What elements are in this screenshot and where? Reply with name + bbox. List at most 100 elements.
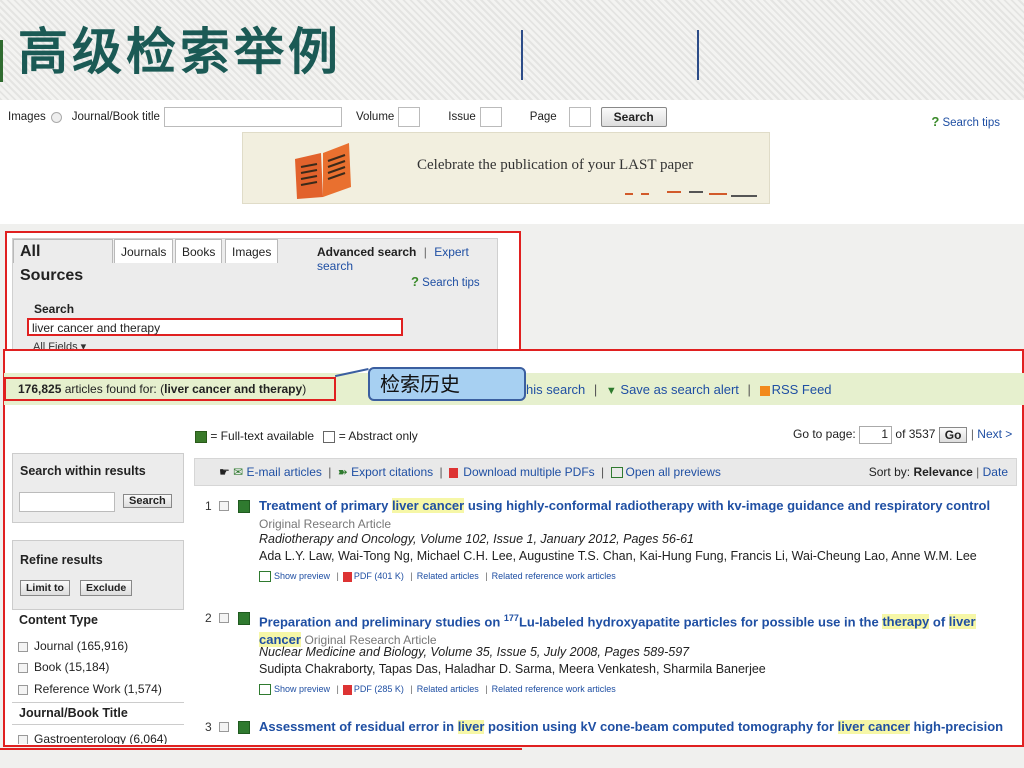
issue-label: Issue	[448, 111, 476, 123]
facet-gastroenterology[interactable]: Gastroenterology (6,064)	[18, 732, 167, 744]
search-tips-link[interactable]: ? Search tips	[411, 274, 480, 289]
full-text-icon	[238, 500, 250, 513]
search-within-input[interactable]	[19, 492, 115, 512]
banner-decor	[709, 193, 727, 195]
page-input[interactable]	[568, 107, 591, 127]
export-icon: ➽	[337, 465, 348, 479]
results-count: 176,825 articles found for: (liver cance…	[4, 377, 336, 401]
refine-panel: Refine results Limit to Exclude	[12, 540, 184, 610]
result-title[interactable]: Assessment of residual error in liver po…	[259, 720, 1005, 736]
search-tips-link[interactable]: ? Search tips	[931, 114, 1000, 129]
facet-book[interactable]: Book (15,184)	[18, 660, 109, 674]
banner-text: Celebrate the publication of your LAST p…	[417, 157, 694, 173]
advanced-search-link[interactable]: Advanced search	[317, 245, 416, 259]
decor-tick	[697, 30, 699, 80]
tab-books[interactable]: Books	[175, 239, 223, 263]
checkbox[interactable]	[18, 641, 28, 652]
search-within-panel: Search within results Search	[12, 453, 184, 523]
sort-relevance[interactable]: Relevance	[913, 465, 972, 479]
limit-to-button[interactable]: Limit to	[20, 580, 70, 596]
pointer-icon: ☛	[219, 465, 230, 479]
save-alert-link[interactable]: Save as search alert	[620, 382, 739, 397]
email-articles-link[interactable]: E-mail articles	[247, 465, 322, 479]
query-input[interactable]: liver cancer and therapy	[27, 318, 403, 336]
tab-all-sources[interactable]: All Sources	[13, 239, 113, 284]
result-actions: his search | ▼ Save as search alert | RS…	[526, 382, 832, 397]
next-page-link[interactable]: Next >	[977, 427, 1012, 441]
related-reference-link[interactable]: Related reference work articles	[492, 684, 616, 694]
help-icon: ?	[931, 114, 940, 129]
show-preview-link[interactable]: Show preview	[274, 684, 330, 694]
page-number-input[interactable]: 1	[859, 426, 893, 444]
related-articles-link[interactable]: Related articles	[417, 684, 479, 694]
result-authors: Ada L.Y. Law, Wai-Tong Ng, Michael C.H. …	[259, 549, 977, 563]
pdf-link[interactable]: PDF (401 K)	[354, 571, 404, 581]
sort-date[interactable]: Date	[983, 465, 1008, 479]
book-icon	[295, 143, 351, 199]
promo-banner[interactable]: Celebrate the publication of your LAST p…	[242, 132, 770, 204]
result-authors: Sudipta Chakraborty, Tapas Das, Haladhar…	[259, 662, 766, 676]
divider	[12, 702, 184, 703]
facet-journal[interactable]: Journal (165,916)	[18, 639, 128, 653]
slide-title: 高级检索举例	[18, 22, 342, 81]
result-title[interactable]: Treatment of primary liver cancer using …	[259, 497, 1005, 533]
preview-icon	[610, 467, 623, 479]
open-previews-link[interactable]: Open all previews	[626, 465, 721, 479]
result-links: Show preview | PDF (285 K) | Related artic…	[259, 684, 616, 696]
pdf-icon	[448, 467, 458, 478]
result-links: Show preview | PDF (401 K) | Related artic…	[259, 571, 616, 583]
result-source: Radiotherapy and Oncology, Volume 102, I…	[259, 532, 695, 546]
highlight-underline	[0, 748, 522, 750]
tab-images[interactable]: Images	[225, 239, 279, 263]
result-source: Nuclear Medicine and Biology, Volume 35,…	[259, 645, 690, 659]
images-radio[interactable]	[50, 111, 62, 123]
sort-control: Sort by: Relevance | Date	[868, 465, 1008, 479]
result-checkbox[interactable]	[219, 501, 229, 511]
checkbox[interactable]	[18, 662, 28, 673]
pdf-icon	[342, 571, 352, 582]
decor-bar	[0, 40, 3, 82]
search-within-button[interactable]: Search	[123, 494, 172, 508]
go-button[interactable]: Go	[938, 427, 968, 443]
separator: |	[423, 245, 427, 259]
result-title[interactable]: Preparation and preliminary studies on 1…	[259, 609, 1005, 649]
checkbox[interactable]	[18, 684, 28, 695]
edit-search-link[interactable]: his search	[526, 382, 585, 397]
exclude-button[interactable]: Exclude	[80, 580, 133, 596]
alert-icon: ▼	[605, 385, 617, 397]
page-label: Page	[529, 111, 557, 123]
banner-decor	[641, 193, 649, 195]
rss-icon	[759, 385, 770, 396]
result-checkbox[interactable]	[219, 722, 229, 732]
decor-tick	[521, 30, 523, 80]
result-checkbox[interactable]	[219, 613, 229, 623]
download-pdfs-link[interactable]: Download multiple PDFs	[463, 465, 594, 479]
volume-label: Volume	[355, 111, 395, 123]
result-item: 3 Assessment of residual error in liver …	[205, 720, 1005, 736]
quick-search-button[interactable]: Search	[600, 107, 667, 127]
abstract-icon	[323, 430, 336, 443]
preview-icon	[259, 571, 271, 583]
pdf-link[interactable]: PDF (285 K)	[354, 684, 404, 694]
checkbox[interactable]	[18, 734, 28, 744]
journal-title-input[interactable]	[163, 107, 342, 127]
quick-search-bar: Images Journal/Book title Volume Issue P…	[0, 100, 1024, 224]
export-citations-link[interactable]: Export citations	[351, 465, 433, 479]
images-label: Images	[8, 111, 46, 123]
full-text-icon	[238, 721, 250, 734]
rss-link[interactable]: RSS Feed	[772, 382, 832, 397]
related-articles-link[interactable]: Related articles	[417, 571, 479, 581]
result-item: 2 Preparation and preliminary studies on…	[205, 611, 1005, 703]
volume-input[interactable]	[398, 107, 421, 127]
tab-journals[interactable]: Journals	[114, 239, 174, 263]
issue-input[interactable]	[479, 107, 502, 127]
facet-reference-work[interactable]: Reference Work (1,574)	[18, 682, 162, 696]
banner-decor	[731, 195, 757, 197]
show-preview-link[interactable]: Show preview	[274, 571, 330, 581]
search-mode-links: Advanced search | Expert search	[317, 245, 497, 273]
related-reference-link[interactable]: Related reference work articles	[492, 571, 616, 581]
full-text-icon	[238, 612, 250, 625]
banner-decor	[689, 191, 703, 193]
refine-title: Refine results	[20, 553, 103, 567]
banner-decor	[625, 193, 633, 195]
